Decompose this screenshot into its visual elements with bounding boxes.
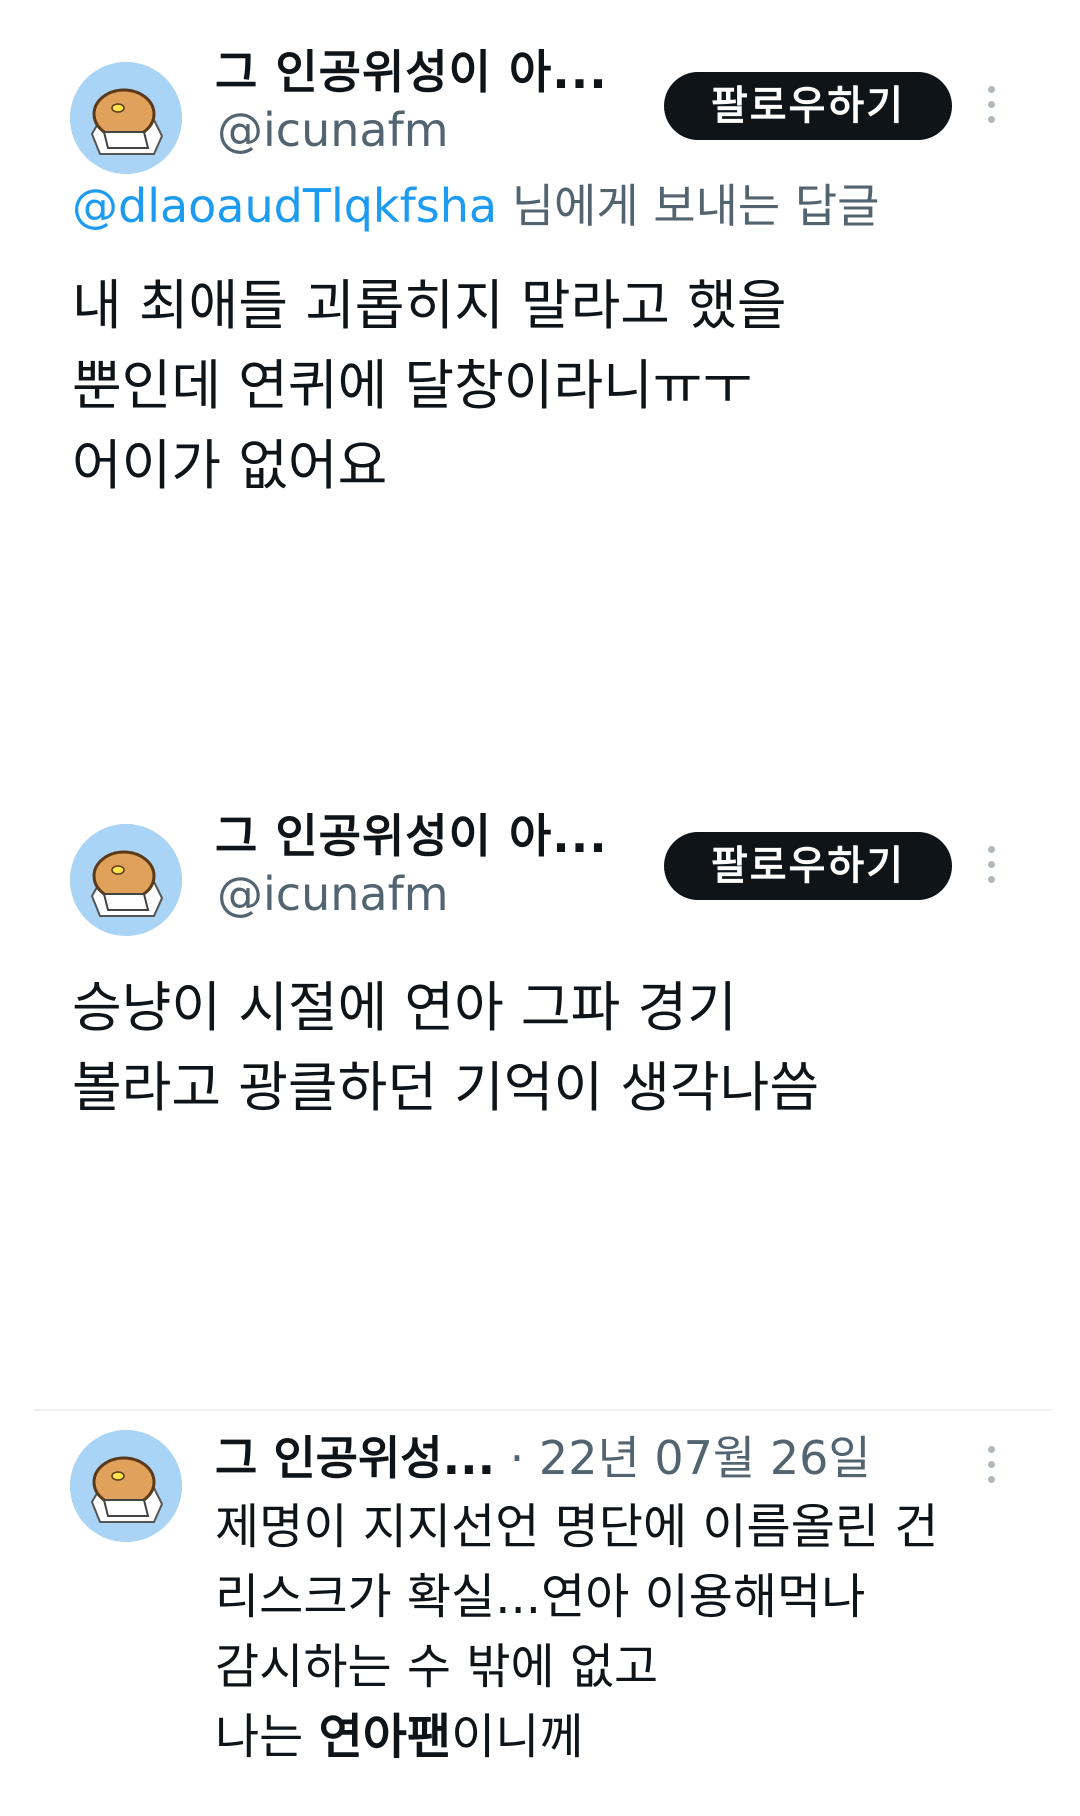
more-vertical-icon[interactable] [984, 86, 998, 128]
tweet-text-line: 나는 연아팬이니께 [215, 1702, 938, 1772]
tweet-text: 내 최애들 괴롭히지 말라고 했을 뿐인데 연퀴에 달창이라니ㅠㅜ 어이가 없어… [72, 266, 787, 506]
tweet-text-line: 어이가 없어요 [72, 434, 388, 497]
reply-mention-link[interactable]: @dlaoaudTlqkfsha [72, 179, 497, 233]
tweet-text-line: 뿐인데 연퀴에 달창이라니ㅠㅜ [72, 354, 753, 417]
tweet-text: 승냥이 시절에 연아 그파 경기 볼라고 광클하던 기억이 생각나씀 [72, 968, 819, 1128]
display-name[interactable]: 그 인공위성이 아... [215, 808, 608, 864]
divider [34, 1409, 1052, 1411]
follow-button[interactable]: 팔로우하기 [664, 832, 952, 900]
avatar[interactable] [70, 1430, 182, 1542]
tweet-text-line: 감시하는 수 밖에 없고 [215, 1639, 659, 1695]
user-handle[interactable]: @icunafm [217, 866, 449, 922]
bold-text: 연아팬 [318, 1709, 452, 1765]
avatar[interactable] [70, 824, 182, 936]
last-line-prefix: 나는 [215, 1709, 319, 1765]
bread-character-icon [70, 1430, 182, 1542]
tweet-header: 그 인공위성... · 22년 07월 26일 [215, 1430, 871, 1486]
avatar[interactable] [70, 62, 182, 174]
tweet-date[interactable]: 22년 07월 26일 [539, 1431, 871, 1485]
tweet-text-line: 볼라고 광클하던 기억이 생각나씀 [72, 1056, 820, 1119]
follow-button[interactable]: 팔로우하기 [664, 72, 952, 140]
bread-character-icon [70, 62, 182, 174]
tweet-text-line: 리스크가 확실...연아 이용해먹나 [215, 1569, 866, 1625]
tweet-text-line: 제명이 지지선언 명단에 이름올린 건 [215, 1499, 939, 1555]
tweet-text-line: 내 최애들 괴롭히지 말라고 했을 [72, 274, 787, 337]
user-handle[interactable]: @icunafm [217, 102, 449, 158]
display-name[interactable]: 그 인공위성... [215, 1431, 495, 1485]
bread-character-icon [70, 824, 182, 936]
tweet-text-line: 승냥이 시절에 연아 그파 경기 [72, 976, 737, 1039]
more-vertical-icon[interactable] [984, 1446, 998, 1488]
display-name[interactable]: 그 인공위성이 아... [215, 44, 608, 100]
separator: · [495, 1431, 539, 1485]
reply-to-label: 님에게 보내는 답글 [497, 179, 880, 233]
more-vertical-icon[interactable] [984, 846, 998, 888]
last-line-suffix: 이니께 [451, 1709, 584, 1765]
reply-to-line: @dlaoaudTlqkfsha 님에게 보내는 답글 [72, 178, 880, 234]
tweet-text: 제명이 지지선언 명단에 이름올린 건 리스크가 확실...연아 이용해먹나 감… [215, 1492, 938, 1772]
